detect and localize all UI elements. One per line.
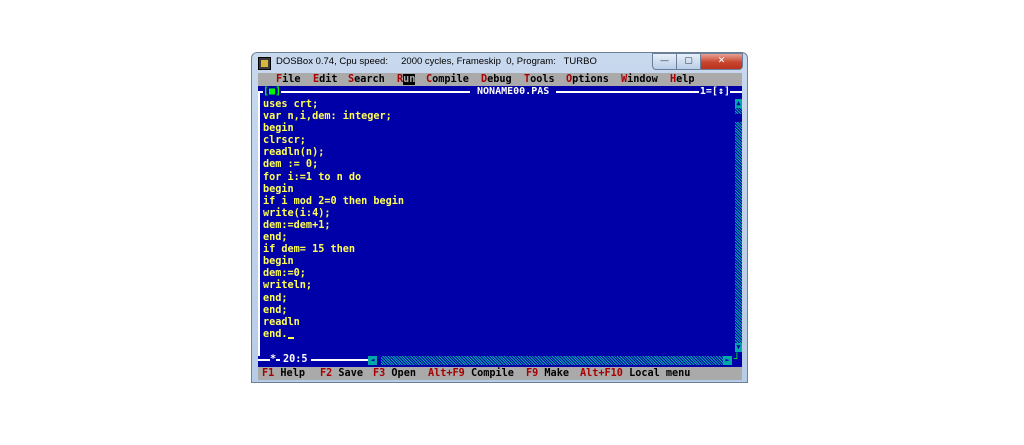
resize-corner-icon[interactable]: ┘	[734, 354, 740, 366]
scroll-up-arrow-icon[interactable]: ▲	[735, 99, 742, 108]
code-line[interactable]: if dem= 15 then	[263, 244, 404, 256]
code-line[interactable]: dem:=0;	[263, 268, 404, 280]
dosbox-app-icon[interactable]	[258, 57, 271, 70]
editor-bottom-border: * 20:5 ◄ ► ┘	[258, 354, 742, 366]
cursor-position: 20:5	[280, 354, 311, 366]
menu-search[interactable]: Search	[348, 73, 385, 86]
code-line[interactable]: end;	[263, 232, 404, 244]
code-line[interactable]: readln	[263, 317, 404, 329]
status-local-menu[interactable]: Alt+F10 Local menu	[580, 367, 690, 380]
code-line[interactable]: begin	[263, 256, 404, 268]
status-bar: F1 Help F2 Save F3 Open Alt+F9 Compile F…	[258, 367, 742, 380]
code-line[interactable]: var n,i,dem: integer;	[263, 111, 404, 123]
status-compile[interactable]: Alt+F9 Compile	[428, 367, 514, 380]
menu-bar: File Edit Search Run Compile Debug Tools…	[258, 73, 742, 86]
code-line[interactable]: clrscr;	[263, 135, 404, 147]
window-controls: — ▢ ✕	[652, 53, 743, 70]
editor-window: [■] NONAME00.PAS 1=[↕] uses crt; var n,i,…	[258, 86, 742, 367]
code-line[interactable]: begin	[263, 184, 404, 196]
code-line[interactable]: end;	[263, 293, 404, 305]
maximize-button[interactable]: ▢	[677, 53, 701, 70]
code-line[interactable]: end.	[263, 329, 404, 341]
code-line[interactable]: uses crt;	[263, 99, 404, 111]
menu-help[interactable]: Help	[670, 73, 695, 86]
status-make[interactable]: F9 Make	[526, 367, 569, 380]
minimize-button[interactable]: —	[652, 53, 677, 70]
menu-edit[interactable]: Edit	[313, 73, 338, 86]
code-editor[interactable]: uses crt; var n,i,dem: integer; begin clrsc…	[263, 99, 404, 341]
menu-run[interactable]: Run	[397, 73, 416, 86]
code-line[interactable]: for i:=1 to n do	[263, 172, 404, 184]
menu-file[interactable]: File	[276, 73, 301, 86]
menu-debug[interactable]: Debug	[481, 73, 512, 86]
editor-top-border: [■] NONAME00.PAS 1=[↕]	[258, 86, 742, 98]
code-line[interactable]: write(i:4);	[263, 208, 404, 220]
code-line[interactable]: dem:=dem+1;	[263, 220, 404, 232]
scroll-down-arrow-icon[interactable]: ▼	[735, 343, 742, 352]
horizontal-scroll-thumb[interactable]	[377, 356, 381, 365]
vertical-scrollbar[interactable]: ▲ ▼	[735, 99, 742, 352]
horizontal-scrollbar[interactable]: ◄ ►	[368, 356, 732, 365]
menu-tools[interactable]: Tools	[524, 73, 555, 86]
window-title: DOSBox 0.74, Cpu speed: 2000 cycles, Fra…	[276, 56, 597, 67]
menu-window[interactable]: Window	[621, 73, 658, 86]
editor-left-border	[258, 91, 260, 356]
menu-options[interactable]: Options	[566, 73, 609, 86]
code-line[interactable]: begin	[263, 123, 404, 135]
scroll-left-arrow-icon[interactable]: ◄	[368, 356, 377, 365]
code-line[interactable]: if i mod 2=0 then begin	[263, 196, 404, 208]
editor-window-number[interactable]: 1=[↕]	[698, 86, 730, 98]
menu-compile[interactable]: Compile	[426, 73, 469, 86]
status-help[interactable]: F1 Help	[262, 367, 305, 380]
status-open[interactable]: F3 Open	[373, 367, 416, 380]
scroll-right-arrow-icon[interactable]: ►	[723, 356, 732, 365]
title-bar[interactable]: DOSBox 0.74, Cpu speed: 2000 cycles, Fra…	[252, 53, 747, 73]
close-button[interactable]: ✕	[701, 53, 743, 70]
code-line[interactable]: writeln;	[263, 280, 404, 292]
dos-screen[interactable]: File Edit Search Run Compile Debug Tools…	[258, 73, 742, 380]
editor-file-name: NONAME00.PAS	[470, 86, 557, 98]
editor-close-box[interactable]: [■]	[263, 86, 282, 98]
vertical-scroll-thumb[interactable]	[735, 114, 742, 122]
modified-marker: *	[270, 354, 277, 366]
code-line[interactable]: end;	[263, 305, 404, 317]
code-line[interactable]: dem := 0;	[263, 159, 404, 171]
dosbox-window: DOSBox 0.74, Cpu speed: 2000 cycles, Fra…	[251, 52, 748, 383]
status-save[interactable]: F2 Save	[320, 367, 363, 380]
text-cursor	[287, 336, 294, 339]
code-line[interactable]: readln(n);	[263, 147, 404, 159]
